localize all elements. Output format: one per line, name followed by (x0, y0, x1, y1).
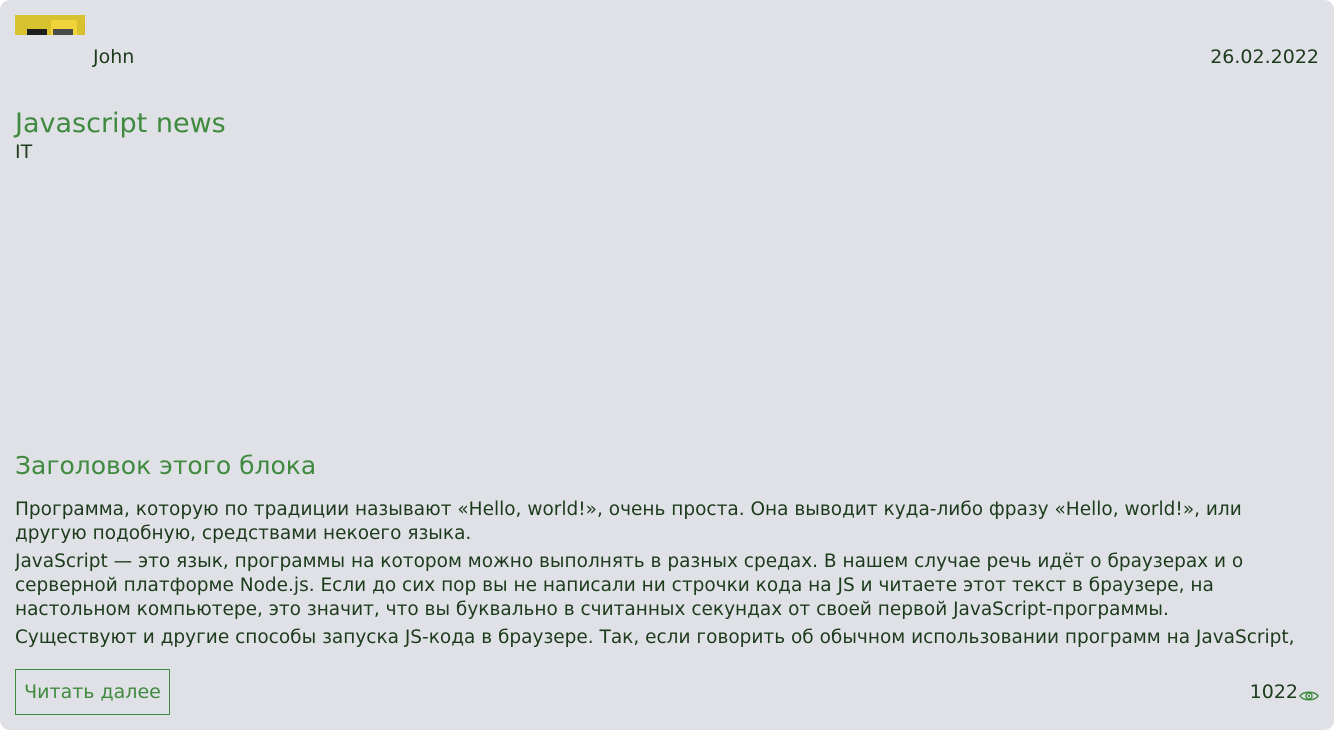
view-count: 1022 (1249, 681, 1298, 703)
post-paragraph: Существуют и другие способы запуска JS-к… (15, 627, 1295, 648)
eye-icon (1299, 685, 1319, 701)
author-name: John (93, 46, 135, 68)
post-category: IT (15, 141, 33, 163)
post-date: 26.02.2022 (1210, 46, 1319, 68)
post-title: Javascript news (15, 108, 226, 139)
read-more-button[interactable]: Читать далее (15, 669, 170, 715)
block-heading: Заголовок этого блока (15, 451, 317, 480)
author-avatar (15, 15, 85, 35)
post-body: Программа, которую по традиции называют … (15, 498, 1310, 648)
post-paragraph: Программа, которую по традиции называют … (15, 499, 1242, 544)
view-counter: 1022 (1250, 680, 1319, 704)
post-paragraph: JavaScript — это язык, программы на кото… (15, 551, 1244, 620)
post-card: John 26.02.2022 Javascript news IT Загол… (0, 0, 1334, 730)
